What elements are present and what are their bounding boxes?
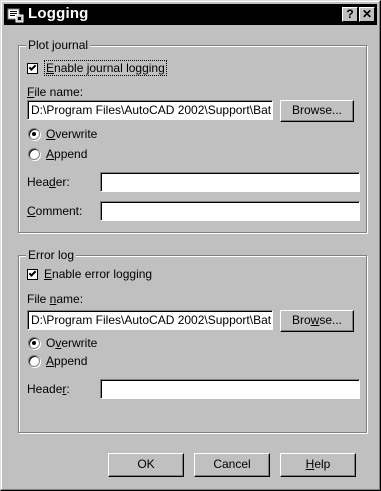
- radio-selected-dot: [32, 132, 36, 136]
- ok-button[interactable]: OK: [108, 453, 184, 477]
- error-append-radio[interactable]: Append: [28, 354, 87, 368]
- error-header-input[interactable]: [100, 379, 360, 399]
- radio-circle[interactable]: [28, 148, 40, 160]
- error-header-label: Header:: [27, 382, 70, 396]
- logging-dialog: Logging ? ✕ Plot journal Enable journal …: [0, 0, 381, 491]
- title-bar[interactable]: Logging ? ✕: [4, 4, 377, 25]
- error-append-label: Append: [46, 354, 88, 368]
- journal-append-label: Append: [46, 147, 88, 161]
- enable-journal-logging-label: Enable journal logging: [44, 60, 167, 76]
- journal-file-name-input[interactable]: D:\Program Files\AutoCAD 2002\Support\Ba…: [27, 100, 273, 120]
- journal-overwrite-radio[interactable]: Overwrite: [28, 127, 97, 141]
- error-file-name-label: File name:: [27, 292, 84, 306]
- checkmark-icon: [28, 269, 37, 277]
- journal-file-name-label: File name:: [27, 85, 84, 99]
- radio-circle[interactable]: [28, 128, 40, 140]
- error-log-group-title: Error log: [26, 248, 77, 262]
- radio-circle[interactable]: [28, 355, 40, 367]
- plot-journal-group-title: Plot journal: [26, 38, 91, 52]
- journal-browse-button[interactable]: Browse...: [280, 100, 354, 122]
- plot-app-icon: [7, 8, 24, 23]
- error-overwrite-radio[interactable]: Overwrite: [28, 336, 97, 350]
- enable-journal-logging-checkbox[interactable]: Enable journal logging: [27, 60, 167, 76]
- error-overwrite-label: Overwrite: [46, 336, 98, 350]
- journal-header-input[interactable]: [100, 172, 360, 192]
- checkmark-icon: [28, 63, 37, 71]
- journal-comment-label: Comment:: [27, 204, 83, 218]
- journal-overwrite-label: Overwrite: [46, 127, 98, 141]
- error-file-name-input[interactable]: D:\Program Files\AutoCAD 2002\Support\Ba…: [27, 310, 273, 330]
- cancel-button[interactable]: Cancel: [194, 453, 270, 477]
- help-title-button[interactable]: ?: [342, 7, 358, 22]
- help-button[interactable]: Help: [280, 453, 356, 477]
- checkbox-box[interactable]: [27, 62, 38, 74]
- journal-append-radio[interactable]: Append: [28, 147, 87, 161]
- journal-comment-input[interactable]: [100, 201, 360, 221]
- journal-header-label: Header:: [27, 175, 70, 189]
- close-title-button[interactable]: ✕: [359, 7, 375, 22]
- radio-circle[interactable]: [28, 337, 40, 349]
- enable-error-logging-checkbox[interactable]: Enable error logging: [27, 267, 152, 281]
- error-browse-button[interactable]: Browse...: [280, 310, 354, 332]
- radio-selected-dot: [32, 341, 36, 345]
- enable-error-logging-label: Enable error logging: [44, 267, 153, 281]
- checkbox-box[interactable]: [27, 268, 38, 280]
- window-title: Logging: [28, 5, 89, 22]
